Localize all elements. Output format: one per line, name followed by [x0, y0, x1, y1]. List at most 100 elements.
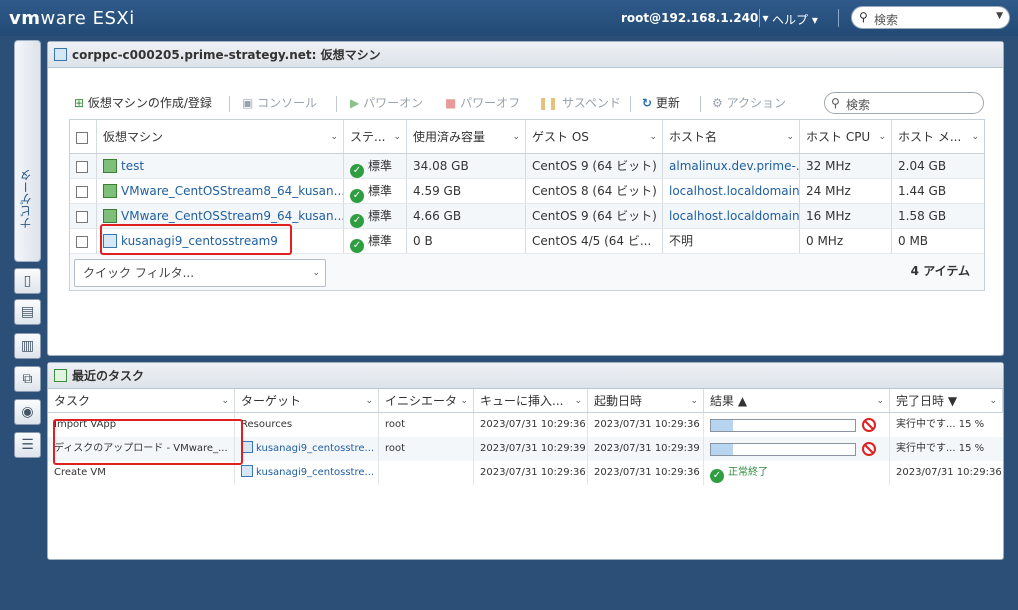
divider: [838, 9, 839, 27]
host-manage-icon[interactable]: ▤: [14, 299, 41, 325]
chevron-down-icon: ⌄: [312, 268, 320, 278]
side-navigation: ナビゲータ ▯ ▤ ▥ ⧉ ◉ ☰: [9, 40, 45, 600]
row-checkbox[interactable]: [70, 229, 97, 253]
vm-panel: corppc-c000205.prime-strategy.net: 仮想マシン…: [47, 41, 1004, 356]
suspend-button[interactable]: ❚❚ サスペンド: [538, 94, 621, 111]
chevron-down-icon: ⌄: [330, 132, 338, 142]
cancel-icon[interactable]: [862, 418, 876, 432]
table-row[interactable]: test ✓ 標準 34.08 GB CentOS 9 (64 ビット) alma…: [70, 154, 984, 179]
vm-panel-header: corppc-c000205.prime-strategy.net: 仮想マシン: [48, 42, 1003, 68]
vm-search-input[interactable]: ⚲ 検索: [824, 92, 984, 114]
progress-cell: [704, 413, 890, 437]
search-icon: ⚲: [831, 96, 840, 110]
vm-powered-on-icon: [103, 209, 117, 223]
search-placeholder: 検索: [874, 13, 899, 27]
power-off-button[interactable]: ■ パワーオフ: [445, 94, 520, 111]
search-icon: ⚲: [859, 10, 868, 24]
host-monitor-icon[interactable]: ▥: [14, 333, 41, 359]
col-started[interactable]: 起動日時 ⌄: [588, 389, 704, 412]
chevron-down-icon: ⌄: [971, 132, 979, 142]
select-all-checkbox[interactable]: [70, 120, 97, 153]
storage-icon[interactable]: ◉: [14, 399, 41, 425]
table-row[interactable]: VMware_CentOSStream8_64_kusan... ✓ 標準 4.5…: [70, 179, 984, 204]
check-icon: ✓: [710, 469, 724, 483]
tasks-panel-header: 最近のタスク: [48, 363, 1003, 389]
check-icon: ✓: [350, 214, 364, 228]
tasks-panel: 最近のタスク タスク ⌄ ターゲット ⌄ イニシエータ ⌄ キューに挿入... ⌄ 起動…: [47, 362, 1004, 560]
vm-table-footer: クイック フィルタ... ⌄ 4 アイテム: [70, 254, 984, 290]
cancel-icon[interactable]: [862, 442, 876, 456]
refresh-icon: ↻: [642, 96, 653, 110]
help-menu[interactable]: ヘルプ ▾: [772, 11, 818, 28]
actions-button[interactable]: ⚙ アクション: [712, 94, 786, 111]
col-queued[interactable]: キューに挿入... ⌄: [474, 389, 588, 412]
vm-icon: [241, 465, 253, 477]
pause-icon: ❚❚: [538, 96, 559, 110]
console-icon: ▣: [242, 96, 254, 110]
check-icon: ✓: [350, 239, 364, 253]
vmware-esxi-logo: vmware ESXi: [9, 8, 135, 29]
row-checkbox[interactable]: [70, 204, 97, 228]
vm-table-header: 仮想マシン ⌄ ステ... ⌄ 使用済み容量 ⌄ ゲスト OS ⌄ ホスト名 ⌄ ホスト …: [70, 120, 984, 154]
virtual-machines-icon[interactable]: ⧉: [14, 366, 41, 392]
progress-fill: [711, 444, 733, 455]
item-count: 4 アイテム: [910, 264, 970, 278]
col-result[interactable]: 結果 ▲ ⌄: [704, 389, 890, 412]
quick-filter-select[interactable]: クイック フィルタ... ⌄: [74, 259, 326, 287]
tasks-table-header: タスク ⌄ ターゲット ⌄ イニシエータ ⌄ キューに挿入... ⌄ 起動日時 ⌄ 結果 …: [48, 389, 1003, 413]
chevron-down-icon: ⌄: [393, 132, 401, 142]
create-vm-button[interactable]: ⊞ 仮想マシンの作成/登録: [74, 94, 212, 111]
chevron-down-icon: ⌄: [649, 132, 657, 142]
col-state[interactable]: ステ... ⌄: [344, 120, 407, 153]
row-checkbox[interactable]: [70, 179, 97, 203]
chevron-down-icon: ⌄: [512, 132, 520, 142]
vm-table: 仮想マシン ⌄ ステ... ⌄ 使用済み容量 ⌄ ゲスト OS ⌄ ホスト名 ⌄ ホスト …: [69, 119, 985, 291]
panel-title: corppc-c000205.prime-strategy.net: 仮想マシン: [72, 48, 381, 62]
vm-name-link[interactable]: test: [121, 159, 144, 173]
networking-icon[interactable]: ☰: [14, 432, 41, 458]
host-link[interactable]: localhost.localdomain: [663, 204, 800, 228]
highlight-box: [53, 419, 243, 465]
highlight-box: [100, 224, 292, 255]
navigator-label: ナビゲータ: [19, 169, 33, 229]
vm-powered-on-icon: [103, 184, 117, 198]
row-checkbox[interactable]: [70, 154, 97, 178]
check-icon: ✓: [350, 189, 364, 203]
col-task[interactable]: タスク ⌄: [48, 389, 235, 412]
col-host-name[interactable]: ホスト名 ⌄: [663, 120, 800, 153]
progress-bar: [710, 443, 856, 456]
navigator-tab[interactable]: ナビゲータ: [14, 40, 41, 262]
gear-icon: ⚙: [712, 96, 723, 110]
global-search-input[interactable]: ⚲ 検索 ▼: [851, 6, 1010, 29]
vm-name-link[interactable]: VMware_CentOSStream9_64_kusan...: [121, 209, 343, 223]
create-vm-icon: ⊞: [74, 96, 85, 110]
col-vm-name[interactable]: 仮想マシン ⌄: [97, 120, 344, 153]
col-host-cpu[interactable]: ホスト CPU ⌄: [800, 120, 892, 153]
chevron-down-icon: ⌄: [786, 132, 794, 142]
chevron-down-icon[interactable]: ▼: [996, 11, 1003, 21]
col-initiator[interactable]: イニシエータ ⌄: [379, 389, 474, 412]
host-link[interactable]: localhost.localdomain: [663, 179, 800, 203]
console-button[interactable]: ▣ コンソール: [242, 94, 317, 111]
target-link[interactable]: kusanagi9_centosstre...: [256, 443, 374, 454]
target-link[interactable]: kusanagi9_centosstre...: [256, 467, 374, 478]
refresh-button[interactable]: ↻ 更新: [642, 94, 680, 111]
tasks-icon: [54, 369, 67, 382]
panel-title: 最近のタスク: [72, 369, 145, 383]
chevron-down-icon: ⌄: [878, 132, 886, 142]
col-target[interactable]: ターゲット ⌄: [235, 389, 379, 412]
col-host-mem[interactable]: ホスト メ... ⌄: [892, 120, 984, 153]
progress-fill: [711, 420, 733, 431]
col-guest-os[interactable]: ゲスト OS ⌄: [526, 120, 663, 153]
vm-powered-on-icon: [103, 159, 117, 173]
vm-name-link[interactable]: VMware_CentOSStream8_64_kusan...: [121, 184, 343, 198]
host-link[interactable]: almalinux.dev.prime-...: [663, 154, 800, 178]
power-on-button[interactable]: ▶ パワーオン: [350, 94, 423, 111]
col-completed[interactable]: 完了日時 ▼ ⌄: [890, 389, 1003, 412]
progress-cell: [704, 437, 890, 461]
user-menu[interactable]: root@192.168.1.240 ▾: [621, 11, 769, 25]
host-icon[interactable]: ▯: [14, 268, 41, 294]
result-cell: ✓ 正常終了: [704, 461, 890, 485]
play-icon: ▶: [350, 96, 360, 110]
col-used-space[interactable]: 使用済み容量 ⌄: [407, 120, 526, 153]
